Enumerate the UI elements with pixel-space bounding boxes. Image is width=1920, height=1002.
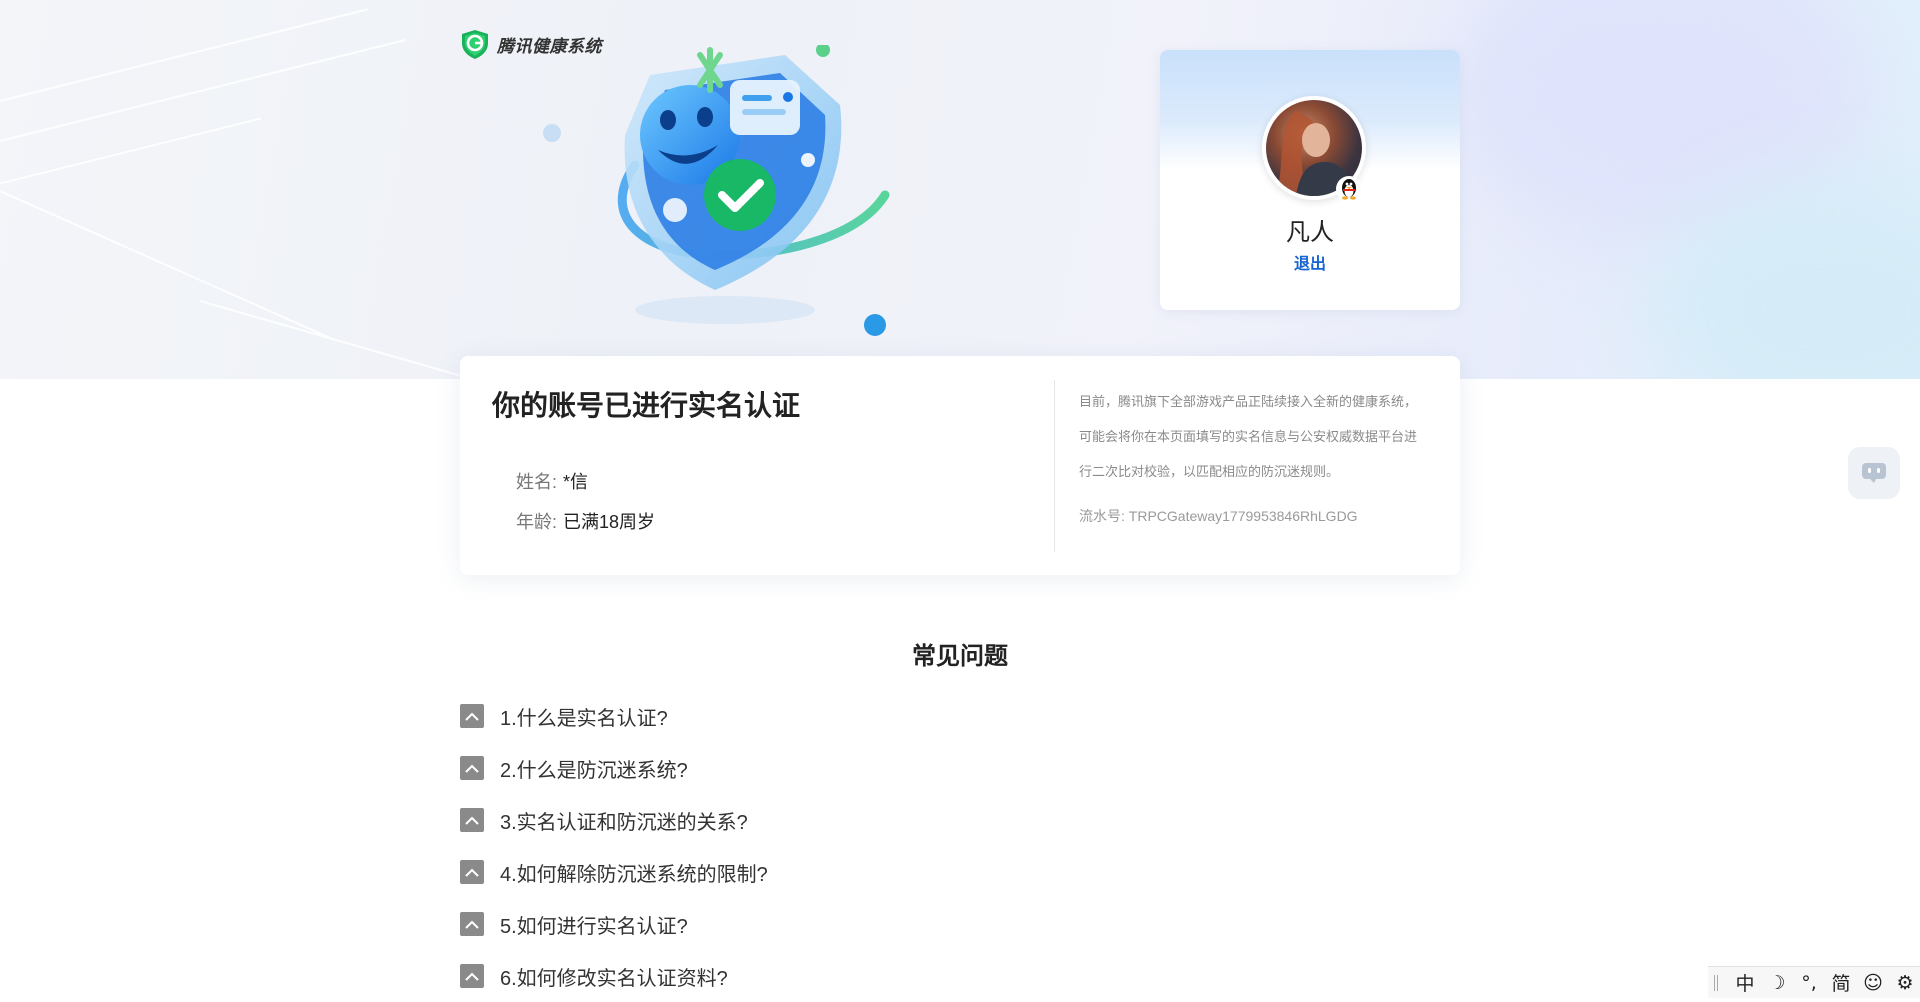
logout-link[interactable]: 退出 bbox=[1160, 250, 1460, 274]
age-value: 已满18周岁 bbox=[563, 512, 656, 532]
faq-question: 5.如何进行实名认证? bbox=[500, 915, 688, 938]
card-divider bbox=[1054, 380, 1055, 552]
faq-question: 6.如何修改实名认证资料? bbox=[500, 967, 728, 990]
qq-penguin-icon bbox=[1336, 176, 1362, 202]
verification-illustration bbox=[543, 45, 890, 336]
settings-icon[interactable]: ⚙ bbox=[1894, 972, 1916, 994]
name-value: *信 bbox=[563, 472, 589, 492]
customer-service-button[interactable] bbox=[1848, 447, 1900, 499]
chevron-up-icon[interactable] bbox=[460, 704, 484, 728]
name-field: 姓名: *信 bbox=[516, 468, 588, 494]
hero-stripe bbox=[0, 190, 330, 339]
faq-item[interactable]: 3.实名认证和防沉迷的关系? bbox=[460, 794, 1460, 846]
chevron-up-icon[interactable] bbox=[460, 912, 484, 936]
chevron-up-icon[interactable] bbox=[460, 860, 484, 884]
ime-toolbar: 中 ☽ °, 简 ☺ ⚙ bbox=[1708, 966, 1920, 998]
faq-question: 3.实名认证和防沉迷的关系? bbox=[500, 811, 748, 834]
faq-question: 2.什么是防沉迷系统? bbox=[500, 759, 688, 782]
verification-title: 你的账号已进行实名认证 bbox=[492, 390, 801, 421]
verification-notice: 目前，腾讯旗下全部游戏产品正陆续接入全新的健康系统，可能会将你在本页面填写的实名… bbox=[1079, 394, 1418, 479]
verification-card: 你的账号已进行实名认证 姓名: *信 年龄: 已满18周岁 目前，腾讯旗下全部游戏产… bbox=[460, 356, 1460, 575]
hero-banner bbox=[0, 0, 1920, 379]
chevron-up-icon[interactable] bbox=[460, 964, 484, 988]
chat-icon bbox=[1862, 463, 1886, 483]
faq-question: 1.什么是实名认证? bbox=[500, 707, 668, 730]
faq-item[interactable]: 4.如何解除防沉迷系统的限制? bbox=[460, 846, 1460, 898]
faq-item[interactable]: 5.如何进行实名认证? bbox=[460, 898, 1460, 950]
chinese-mode-icon[interactable]: 中 bbox=[1734, 969, 1756, 996]
faq-title: 常见问题 bbox=[912, 643, 1008, 670]
punctuation-icon[interactable]: °, bbox=[1798, 972, 1820, 994]
hero-stripe bbox=[0, 38, 407, 152]
faq-item[interactable]: 6.如何修改实名认证资料? bbox=[460, 950, 1460, 1002]
emoji-icon[interactable]: ☺ bbox=[1862, 972, 1884, 994]
profile-card: 凡人 退出 bbox=[1160, 50, 1460, 310]
name-label: 姓名: bbox=[516, 472, 558, 492]
serial-number: 流水号: TRPCGateway1779953846RhLGDG bbox=[1079, 508, 1358, 524]
profile-name: 凡人 bbox=[1286, 219, 1334, 246]
toolbar-grip[interactable] bbox=[1714, 974, 1718, 991]
moon-icon[interactable]: ☽ bbox=[1766, 972, 1788, 994]
hero-stripe bbox=[0, 117, 262, 192]
chevron-up-icon[interactable] bbox=[460, 808, 484, 832]
shield-logo-icon bbox=[462, 30, 488, 59]
age-field: 年龄: 已满18周岁 bbox=[516, 508, 655, 534]
hero-stripe bbox=[0, 8, 368, 112]
faq-item[interactable]: 2.什么是防沉迷系统? bbox=[460, 742, 1460, 794]
chevron-up-icon[interactable] bbox=[460, 756, 484, 780]
faq-question: 4.如何解除防沉迷系统的限制? bbox=[500, 863, 768, 886]
faq-list: 1.什么是实名认证? 2.什么是防沉迷系统? 3.实名认证和防沉迷的关系? 4.… bbox=[460, 690, 1460, 1002]
age-label: 年龄: bbox=[516, 512, 558, 532]
faq-item[interactable]: 1.什么是实名认证? bbox=[460, 690, 1460, 742]
simplified-icon[interactable]: 简 bbox=[1830, 969, 1852, 996]
